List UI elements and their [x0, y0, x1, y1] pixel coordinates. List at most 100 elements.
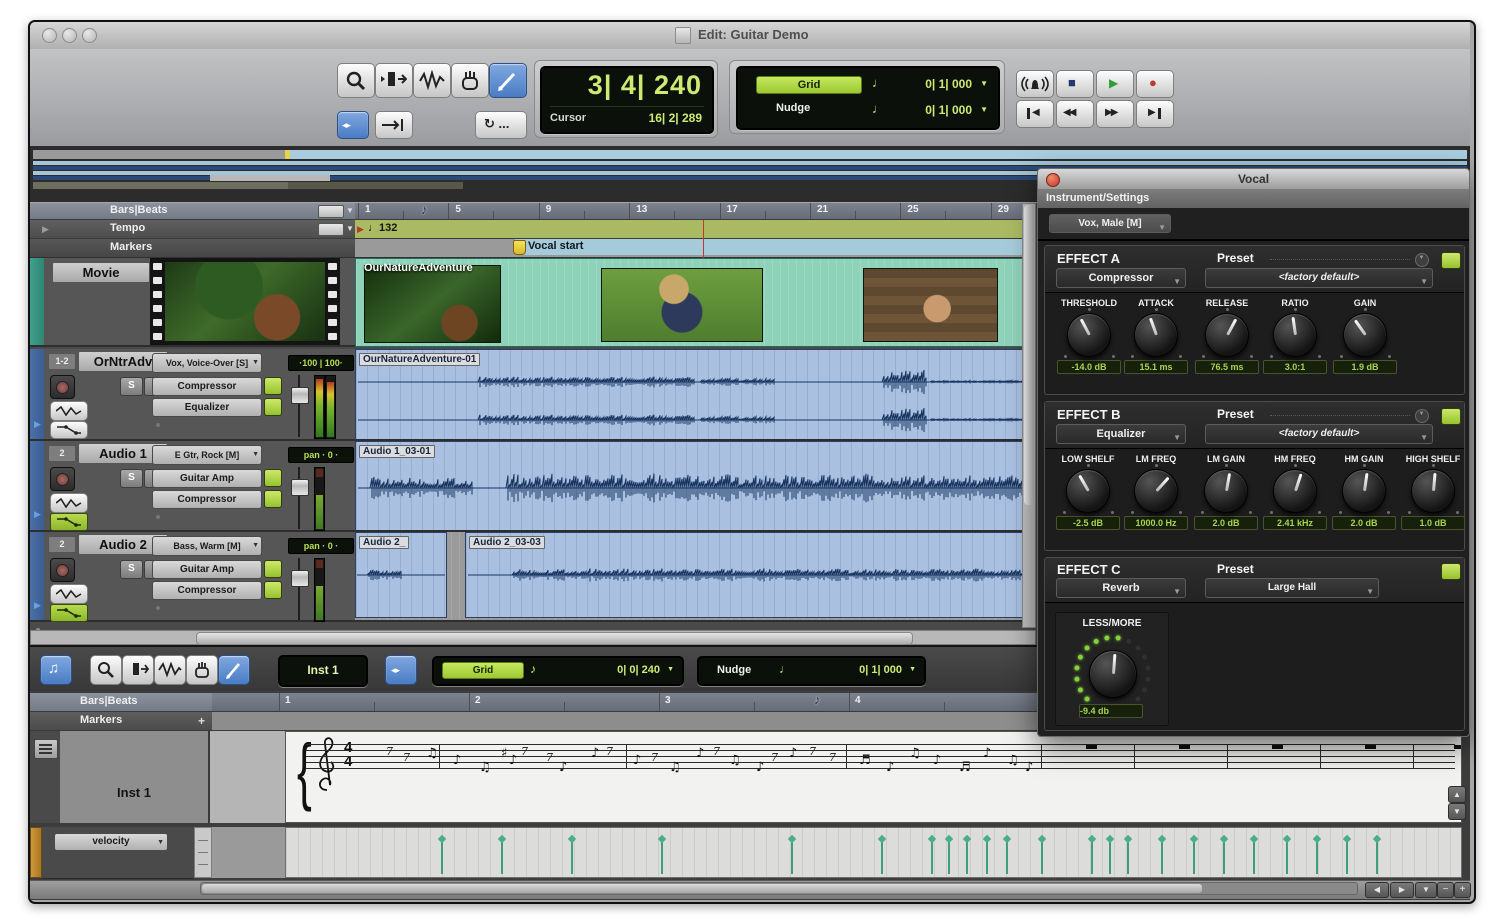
velocity-selector[interactable]: velocity▼ [54, 833, 168, 851]
velocity-mini-scale[interactable] [194, 827, 212, 878]
audio1-region[interactable]: Audio 1_03-01 [355, 441, 1035, 532]
midi-grid-mode-button[interactable]: Grid [442, 662, 524, 679]
movie-track-name[interactable]: Movie [52, 262, 150, 283]
track-list-icon[interactable] [34, 739, 58, 759]
ruler-view-icon[interactable] [318, 205, 344, 218]
nudge-note-icon[interactable]: ♩ [872, 101, 885, 116]
parameter-knob[interactable] [1273, 469, 1317, 513]
effect-b-bypass-led[interactable] [1441, 408, 1461, 425]
tempo-caret-icon[interactable]: ▼ [346, 224, 354, 233]
record-button[interactable]: ● [1136, 70, 1174, 98]
parameter-knob[interactable] [1204, 469, 1248, 513]
note-glyph[interactable]: ♪ [633, 753, 641, 768]
audio1-insert-1[interactable]: Guitar Amp [152, 469, 262, 488]
audio1-playlist-expander-icon[interactable]: ▶ [34, 509, 41, 520]
nudge-label[interactable]: Nudge [776, 102, 810, 114]
midi-track-display[interactable]: Inst 1 [278, 655, 368, 687]
zoom-preset-button[interactable]: ▼ [1415, 882, 1437, 898]
midi-nudge-label[interactable]: Nudge [717, 664, 751, 676]
effect-b-preset-selector[interactable]: <factory default>▼ [1205, 424, 1433, 444]
velocity-stalk[interactable] [881, 840, 883, 874]
audio1-automation-button[interactable] [50, 513, 88, 531]
midi-hscroll-thumb[interactable] [202, 884, 1202, 893]
note-glyph[interactable]: ♪ [591, 746, 599, 761]
effect-c-bypass-led[interactable] [1441, 563, 1461, 580]
midi-link-button[interactable]: ◂▸ [385, 655, 417, 685]
rewind-button[interactable]: ◀◀ [1056, 100, 1094, 128]
edit-vertical-scrollbar[interactable] [1022, 203, 1036, 628]
audio2-insert-2-led[interactable] [264, 581, 282, 599]
midi-pencil-tool-button[interactable] [218, 655, 250, 685]
return-to-start-button[interactable]: ◀ [1016, 100, 1054, 128]
plugin-titlebar[interactable]: Vocal [1038, 169, 1469, 190]
parameter-knob[interactable] [1134, 313, 1178, 357]
note-glyph[interactable]: ♪ [509, 753, 517, 768]
note-glyph[interactable]: ♪ [696, 746, 704, 761]
trim-tool-button[interactable] [375, 63, 413, 98]
audio2-insert-1[interactable]: Guitar Amp [152, 560, 262, 579]
midi-zoom-tool-button[interactable] [90, 655, 122, 685]
scroll-left-button[interactable]: ◀ [1365, 882, 1389, 898]
zoomer-tool-button[interactable] [337, 63, 375, 98]
midi-nudge-value[interactable]: 0| 1| 000 [859, 664, 902, 676]
tempo-lane[interactable]: ▶ ♩132 [355, 220, 1035, 239]
edit-vscroll-thumb[interactable] [1024, 205, 1034, 505]
velocity-stalk[interactable] [1376, 840, 1378, 874]
audio1-track-view-button[interactable] [50, 493, 88, 513]
audio2-insert-1-led[interactable] [264, 560, 282, 578]
audio2-insert-2[interactable]: Compressor [152, 581, 262, 600]
midi-selector-tool-button[interactable] [154, 655, 186, 685]
note-glyph[interactable]: ♪ [453, 753, 461, 768]
velocity-stalk[interactable] [931, 840, 933, 874]
effect-c-preset-selector[interactable]: Large Hall▼ [1205, 578, 1379, 598]
note-glyph[interactable]: ♫ [479, 760, 491, 775]
scroll-right-button[interactable]: ▶ [1390, 882, 1414, 898]
tempo-event[interactable]: ♩132 [368, 222, 397, 234]
insertion-follows-playback-button[interactable] [375, 111, 413, 139]
tempo-expander-icon[interactable]: ▶ [42, 224, 49, 235]
audio1-insert-1-led[interactable] [264, 469, 282, 487]
nudge-value[interactable]: 0| 1| 000 [925, 103, 972, 117]
vocal-record-enable-button[interactable] [50, 375, 75, 399]
main-counter-display[interactable]: 3| 4| 240 Cursor 16| 2| 289 [540, 66, 714, 134]
velocity-stalk[interactable] [1346, 840, 1348, 874]
online-sync-button[interactable] [1016, 70, 1054, 98]
velocity-stalk[interactable] [1316, 840, 1318, 874]
velocity-lane[interactable] [285, 827, 1462, 878]
bars-ruler[interactable]: 1591317212529 [355, 203, 1035, 220]
midi-nudge-note-icon[interactable]: ♩ [779, 662, 791, 676]
universe-markers-row[interactable] [33, 150, 1467, 159]
velocity-stalk[interactable] [1193, 840, 1195, 874]
audio2-region-b[interactable]: Audio 2_03-03 [465, 532, 1035, 618]
vocal-empty-insert-dot[interactable] [156, 423, 160, 427]
grabber-tool-button[interactable] [451, 63, 489, 98]
notation-scroll-up-button[interactable]: ▲ [1448, 786, 1466, 803]
midi-grid-caret-icon[interactable]: ▼ [667, 666, 674, 673]
note-glyph[interactable]: ♫ [909, 746, 921, 761]
vocal-insert-1-led[interactable] [264, 377, 282, 395]
fast-forward-button[interactable]: ▶▶ [1096, 100, 1134, 128]
velocity-stalk[interactable] [1253, 840, 1255, 874]
effect-c-type-selector[interactable]: Reverb▼ [1056, 578, 1186, 598]
vocal-track-view-button[interactable] [50, 401, 88, 421]
velocity-stalk[interactable] [1109, 840, 1111, 874]
effect-a-type-selector[interactable]: Compressor▼ [1056, 268, 1186, 288]
zoom-in-button[interactable]: + [1454, 882, 1471, 898]
velocity-stalk[interactable] [966, 840, 968, 874]
notation-staff-area[interactable]: { 4 4 ♫♪♫♯♪♪♪♪♫♪♫♪♪♬♪♫♪♬♪♫♪7777777777 [285, 731, 1462, 823]
parameter-knob[interactable] [1067, 313, 1111, 357]
window-titlebar[interactable]: Edit: Guitar Demo [30, 22, 1470, 50]
markers-lane[interactable]: Vocal start [355, 239, 1035, 259]
note-glyph[interactable]: ♫ [729, 753, 741, 768]
parameter-knob[interactable] [1134, 469, 1178, 513]
velocity-stalk[interactable] [661, 840, 663, 874]
vocal-solo-button[interactable]: S [120, 377, 143, 396]
effect-b-type-selector[interactable]: Equalizer▼ [1056, 424, 1186, 444]
stop-button[interactable]: ■ [1056, 70, 1094, 98]
audio1-solo-button[interactable]: S [120, 469, 143, 488]
note-glyph[interactable]: ♪ [559, 760, 567, 775]
velocity-stalk[interactable] [1127, 840, 1129, 874]
notation-view-button[interactable]: ♫ [40, 655, 72, 685]
midi-track-name-cell[interactable]: Inst 1 [60, 731, 210, 823]
midi-trim-tool-button[interactable] [122, 655, 154, 685]
